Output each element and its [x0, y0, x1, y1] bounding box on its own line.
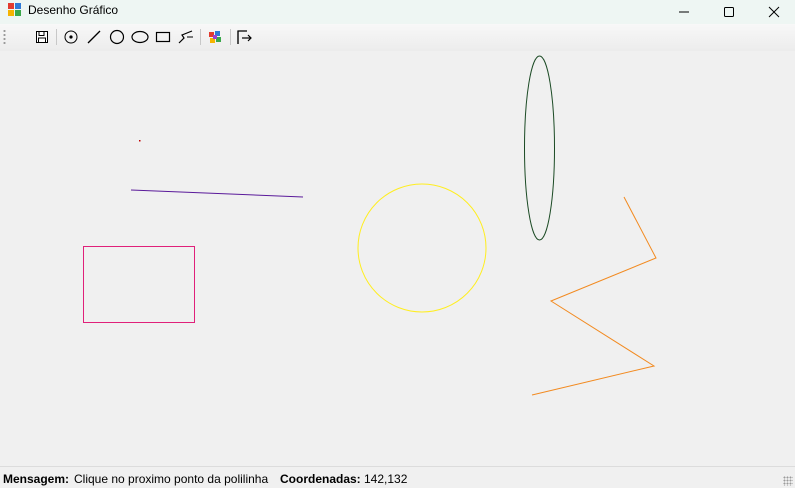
circle-icon	[109, 29, 125, 45]
drawn-polyline	[531, 196, 657, 396]
app-icon	[8, 3, 21, 16]
drawn-line	[130, 189, 304, 198]
message-label: Mensagem:	[3, 472, 70, 486]
line-tool-button[interactable]	[84, 27, 104, 47]
drawing-canvas[interactable]	[0, 51, 795, 466]
drawn-point	[139, 140, 141, 142]
ellipse-tool-button[interactable]	[130, 27, 150, 47]
toolbar-separator	[230, 29, 231, 45]
exit-button[interactable]	[234, 27, 254, 47]
resize-grip[interactable]	[783, 476, 793, 486]
circle-tool-button[interactable]	[107, 27, 127, 47]
coords-label: Coordenadas:	[280, 472, 361, 486]
toolbar-grip[interactable]	[3, 29, 6, 45]
drawn-rectangle	[83, 246, 195, 323]
point-tool-button[interactable]	[61, 27, 81, 47]
ellipse-icon	[131, 30, 149, 44]
polyline-tool-button[interactable]	[176, 27, 196, 47]
save-icon	[36, 31, 48, 43]
title-bar[interactable]: Desenho Gráfico	[0, 0, 795, 24]
window-title: Desenho Gráfico	[28, 3, 119, 17]
polyline-icon	[178, 30, 193, 44]
rectangle-icon	[155, 31, 171, 43]
app-window: Desenho Gráfico Mensagem: Clique no prox…	[0, 0, 795, 488]
close-icon	[768, 6, 780, 18]
status-bar: Mensagem: Clique no proximo ponto da pol…	[0, 466, 795, 488]
rectangle-tool-button[interactable]	[153, 27, 173, 47]
toolbar-separator	[200, 29, 201, 45]
message-value: Clique no proximo ponto da polilinha	[74, 472, 269, 486]
maximize-icon	[724, 7, 734, 17]
minimize-icon	[679, 11, 689, 13]
drawn-circle	[357, 183, 487, 313]
point-icon	[64, 30, 78, 44]
maximize-button[interactable]	[706, 0, 752, 24]
minimize-button[interactable]	[661, 0, 707, 24]
palette-icon	[209, 31, 221, 43]
toolbar-separator	[56, 29, 57, 45]
color-button[interactable]	[205, 27, 225, 47]
save-button[interactable]	[32, 27, 52, 47]
drawn-ellipse	[524, 55, 555, 241]
toolbar	[0, 24, 795, 51]
close-button[interactable]	[751, 0, 795, 24]
coords-value: 142,132	[364, 472, 408, 486]
line-icon	[87, 30, 101, 44]
exit-icon	[237, 30, 252, 44]
